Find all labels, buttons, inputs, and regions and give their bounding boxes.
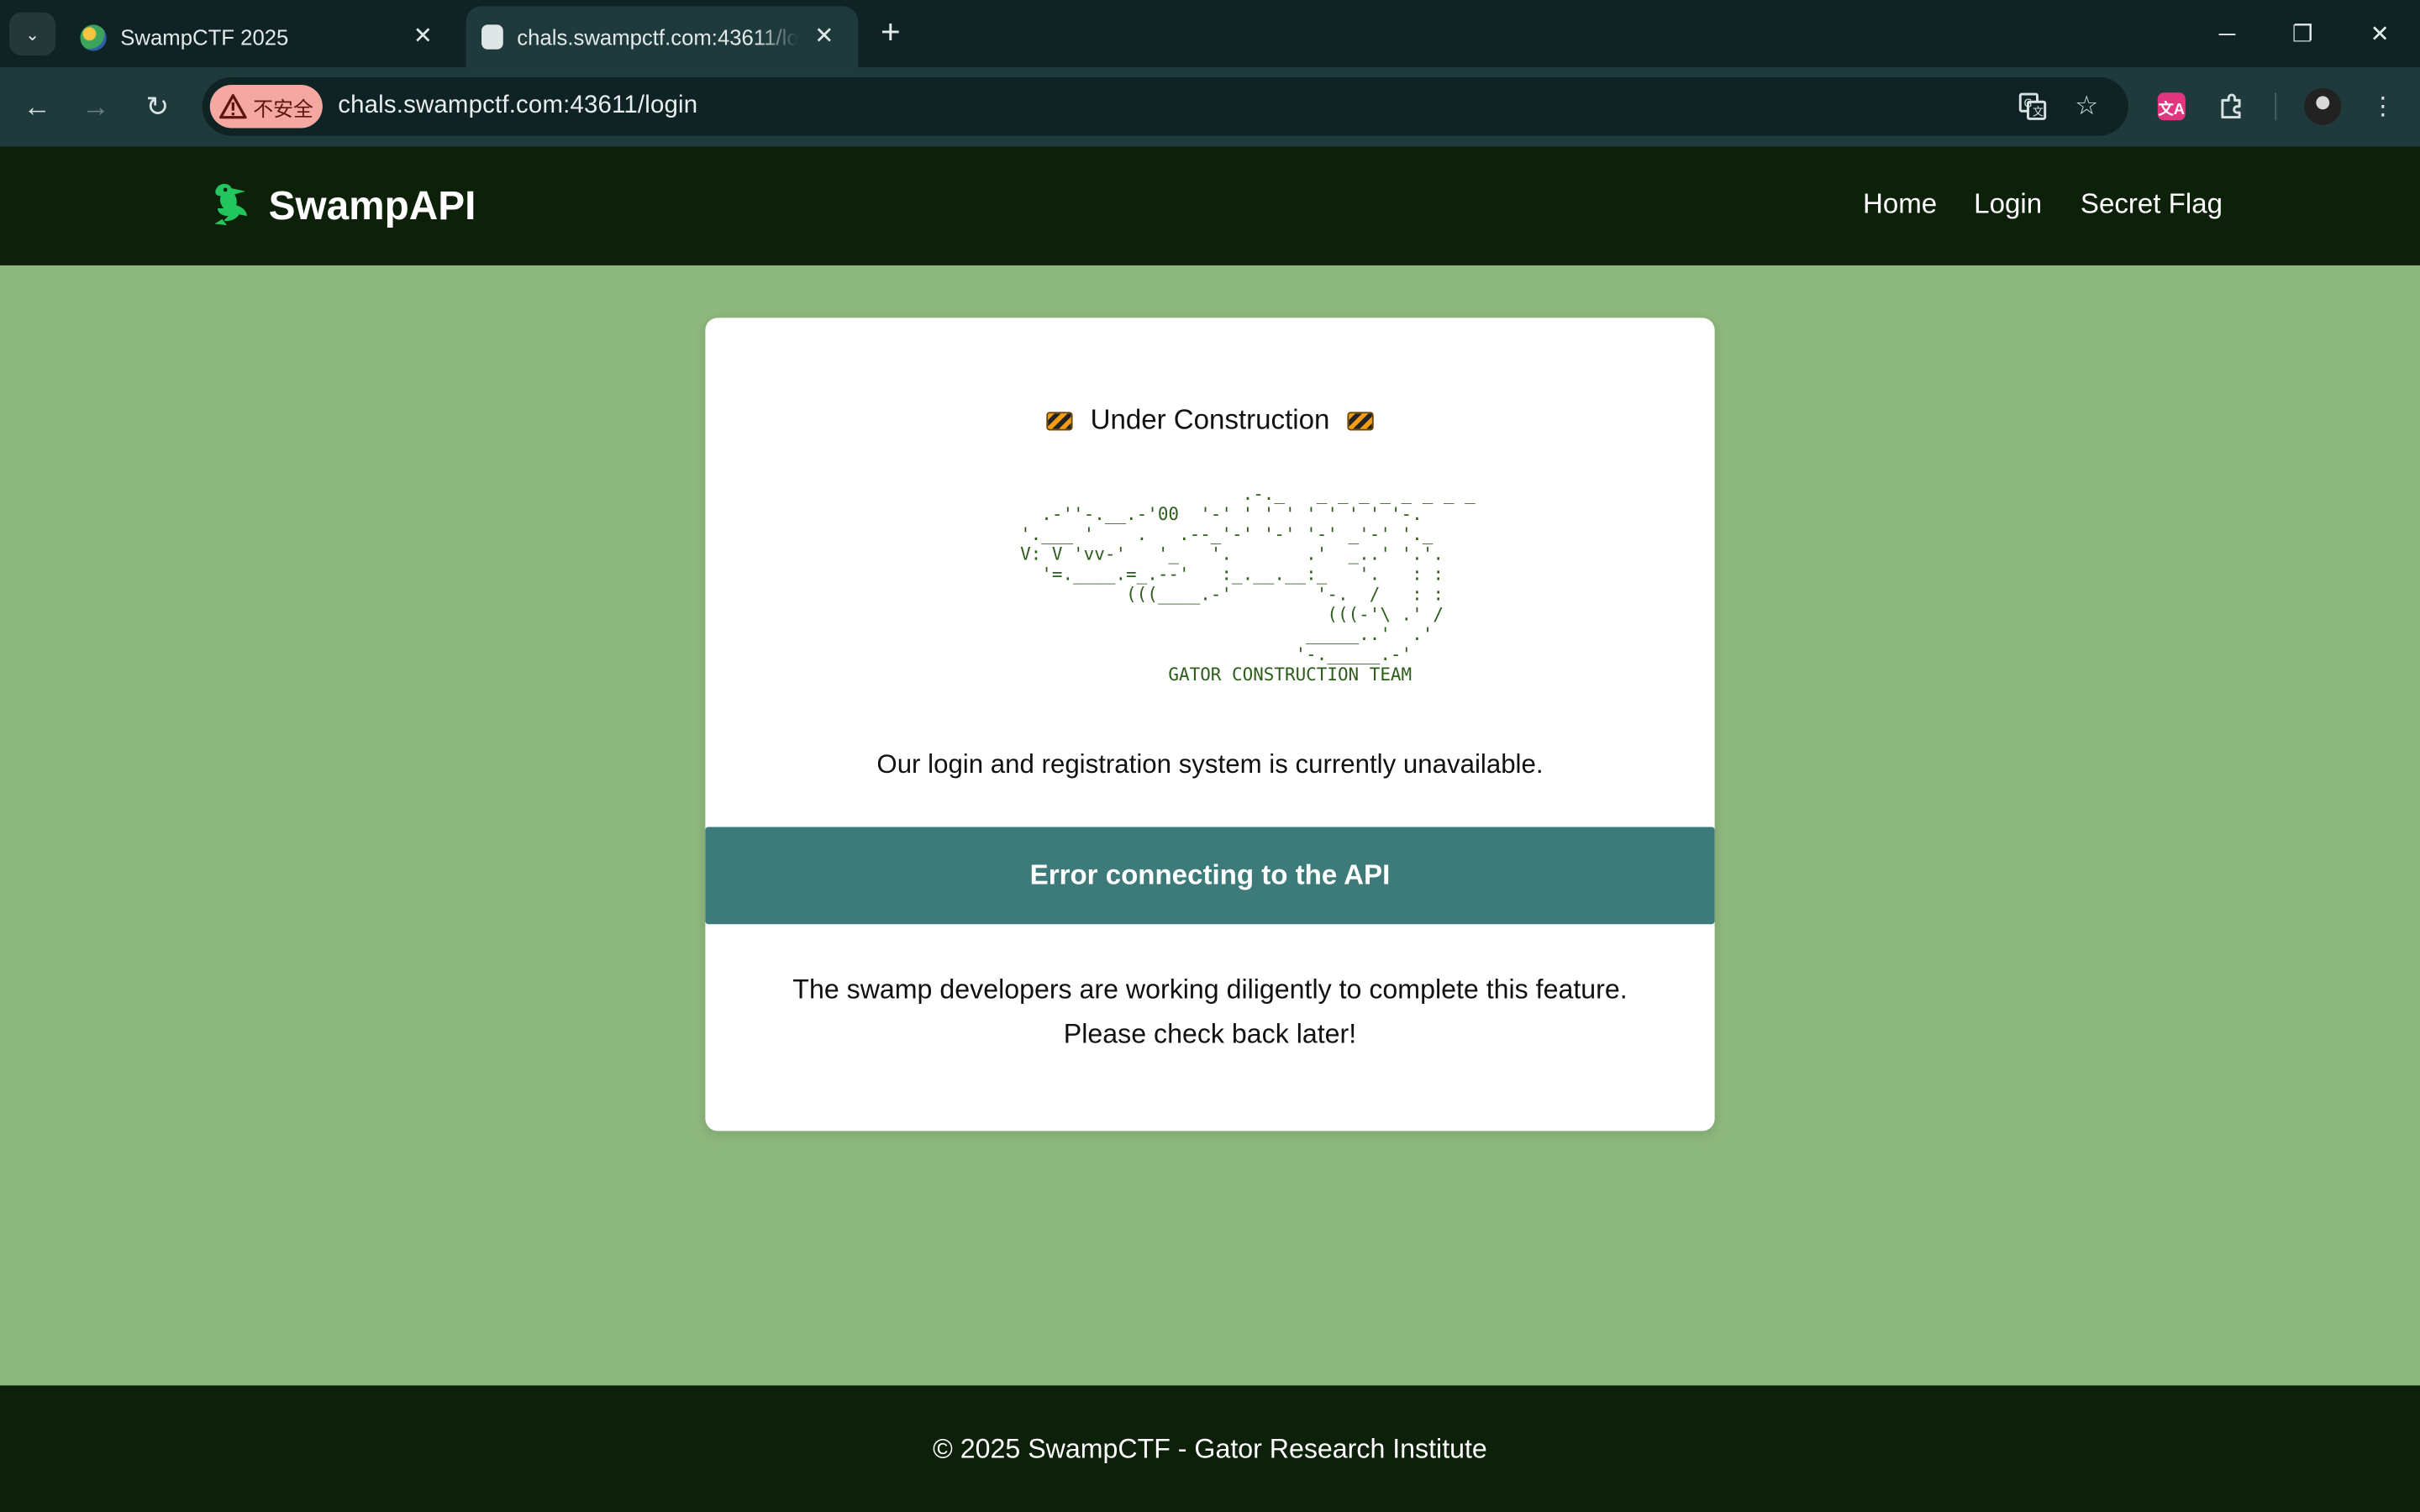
nav-link-home[interactable]: Home [1863, 188, 1937, 221]
nav-link-login[interactable]: Login [1974, 188, 2042, 221]
new-tab-button[interactable]: + [871, 14, 911, 52]
svg-text:文: 文 [2033, 107, 2044, 119]
close-tab-icon[interactable]: ✕ [408, 20, 439, 51]
gator-ascii-art: .-._ _ _ _ _ _ _ _ _ .-''-.__.-'00 '-' '… [1020, 482, 1476, 685]
reload-button[interactable]: ↻ [134, 83, 181, 129]
restore-window-button[interactable]: ❐ [2267, 9, 2338, 59]
reload-icon: ↻ [145, 90, 170, 122]
construction-heading: Under Construction [705, 404, 1714, 437]
bookmark-star-icon[interactable]: ☆ [2068, 90, 2105, 123]
page-favicon-icon [481, 24, 503, 50]
status-message: Our login and registration system is cur… [876, 749, 1544, 780]
close-window-button[interactable]: ✕ [2344, 9, 2415, 59]
construction-card: Under Construction .-._ _ _ _ _ _ _ _ _ … [705, 318, 1715, 1131]
brand[interactable]: SwampAPI [208, 177, 476, 233]
translate-icon[interactable]: G 文 [2014, 90, 2051, 123]
construction-barrier-icon [1047, 412, 1074, 431]
chevron-down-icon: ⌄ [25, 25, 40, 45]
nav-link-secret-flag[interactable]: Secret Flag [2081, 188, 2223, 221]
tab-search-button[interactable]: ⌄ [9, 12, 56, 56]
arrow-right-icon: → [82, 90, 110, 122]
swampctf-favicon-icon [80, 24, 107, 50]
minimize-window-button[interactable]: ─ [2191, 9, 2262, 59]
footer-copyright: © 2025 SwampCTF - Gator Research Institu… [933, 1432, 1487, 1464]
translator-extension-icon[interactable]: 文A [2157, 92, 2186, 121]
browser-toolbar: ← → ↻ 不安全 chals.swampctf.com:43611/login [0, 67, 2420, 147]
security-label: 不安全 [253, 96, 313, 120]
profile-avatar[interactable] [2304, 87, 2342, 125]
browser-tab-bar: ⌄ SwampCTF 2025 ✕ chals.swampctf.com:436… [0, 0, 2420, 68]
url-text[interactable]: chals.swampctf.com:43611/login [338, 92, 697, 120]
toolbar-divider [2275, 92, 2277, 121]
arrow-left-icon: ← [23, 90, 51, 122]
site-footer: © 2025 SwampCTF - Gator Research Institu… [0, 1385, 2420, 1512]
api-error-banner: Error connecting to the API [705, 827, 1715, 925]
construction-barrier-icon [1346, 412, 1373, 431]
developer-message: The swamp developers are working diligen… [705, 968, 1714, 1058]
brand-name: SwampAPI [268, 181, 476, 228]
svg-text:G: G [2024, 98, 2033, 111]
browser-tab-login[interactable]: chals.swampctf.com:43611/lo ✕ [466, 6, 859, 68]
tab-title: chals.swampctf.com:43611/lo [517, 24, 798, 50]
address-bar[interactable]: 不安全 chals.swampctf.com:43611/login G 文 ☆ [202, 76, 2128, 136]
back-button[interactable]: ← [14, 83, 60, 129]
close-tab-icon[interactable]: ✕ [808, 20, 839, 51]
tab-title: SwampCTF 2025 [120, 24, 289, 50]
site-header: SwampAPI Home Login Secret Flag [0, 146, 2420, 265]
construction-title: Under Construction [1090, 404, 1330, 435]
forward-button[interactable]: → [72, 83, 118, 129]
browser-tab-swampctf[interactable]: SwampCTF 2025 ✕ [68, 6, 457, 67]
extensions-puzzle-icon[interactable] [2213, 88, 2250, 125]
security-indicator[interactable]: 不安全 [209, 85, 323, 129]
warning-icon [219, 94, 247, 119]
developer-message-line: The swamp developers are working diligen… [792, 973, 1628, 1005]
more-menu-icon[interactable]: ⋮ [2365, 88, 2402, 125]
gator-logo-icon [214, 183, 247, 226]
developer-message-line: Please check back later! [1063, 1018, 1357, 1049]
